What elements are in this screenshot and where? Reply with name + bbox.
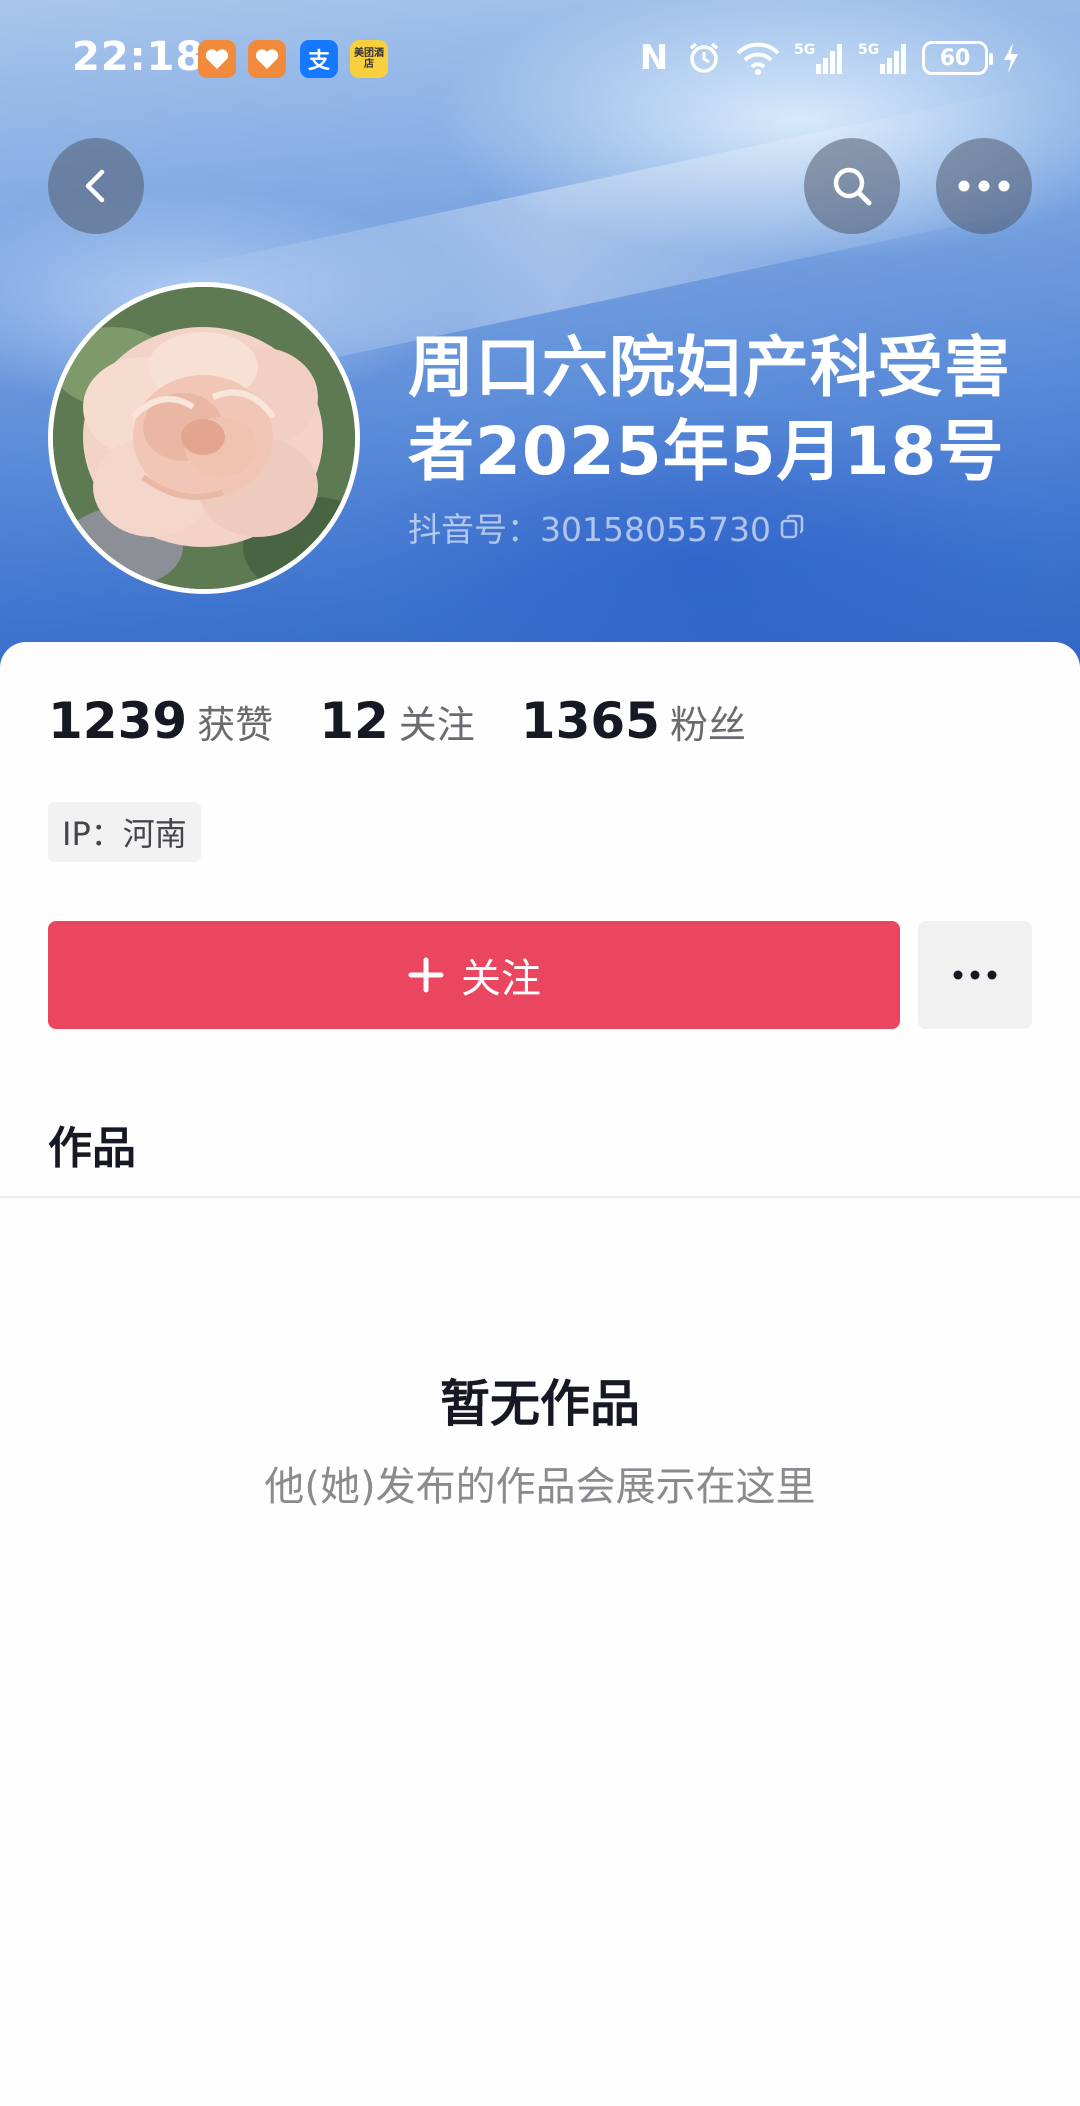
avatar[interactable] xyxy=(48,282,360,594)
charging-icon xyxy=(1002,43,1020,73)
status-bar: 22:18 支 美团酒店 N 5G 5G 60 xyxy=(0,0,1080,120)
svg-text:5G: 5G xyxy=(794,42,815,58)
signal-5g-icon: 5G xyxy=(858,40,908,76)
search-button[interactable] xyxy=(804,138,900,234)
stat-followers[interactable]: 1365 粉丝 xyxy=(521,692,746,750)
tab-works[interactable]: 作品 xyxy=(48,1112,136,1176)
rose-image xyxy=(53,287,355,589)
stat-value: 1365 xyxy=(520,692,660,750)
stat-label: 获赞 xyxy=(197,703,274,747)
more-options-button[interactable] xyxy=(936,138,1032,234)
stat-following[interactable]: 12 关注 xyxy=(319,692,475,750)
empty-state-description: 他(她)发布的作品会展示在这里 xyxy=(264,1464,816,1510)
status-time: 22:18 xyxy=(72,34,205,80)
stat-value: 1239 xyxy=(48,692,188,750)
profile-card: 1239 获赞 12 关注 1365 粉丝 IP：河南 关注 作品 暂无作品 他… xyxy=(0,642,1080,2106)
more-dots-icon xyxy=(958,180,1010,192)
search-icon xyxy=(833,167,872,206)
nfc-icon: N xyxy=(639,38,669,78)
alipay-icon: 支 xyxy=(300,40,338,78)
wifi-icon xyxy=(736,41,780,75)
tab-divider xyxy=(0,1196,1080,1198)
stat-likes[interactable]: 1239 获赞 xyxy=(48,692,273,750)
douyin-heart-icon xyxy=(248,40,286,78)
stat-label: 粉丝 xyxy=(669,703,746,747)
follow-button-label: 关注 xyxy=(461,956,541,1002)
back-arrow-icon xyxy=(85,169,105,203)
stats-row: 1239 获赞 12 关注 1365 粉丝 xyxy=(48,692,792,750)
stat-value: 12 xyxy=(319,692,389,750)
empty-state-title: 暂无作品 xyxy=(440,1375,640,1433)
meituan-hotel-icon: 美团酒店 xyxy=(350,40,388,78)
copy-icon[interactable] xyxy=(779,514,805,540)
plus-icon xyxy=(408,957,444,993)
signal-5g-icon: 5G xyxy=(794,40,844,76)
alarm-icon xyxy=(686,40,722,76)
follow-button[interactable]: 关注 xyxy=(48,921,900,1029)
douyin-id-row[interactable]: 抖音号：30158055730 xyxy=(408,503,805,551)
ip-location-tag: IP：河南 xyxy=(48,802,201,862)
more-actions-button[interactable] xyxy=(918,921,1032,1029)
battery-indicator: 60 xyxy=(922,41,993,75)
more-dots-icon xyxy=(953,970,997,980)
profile-screen: 22:18 支 美团酒店 N 5G 5G 60 周口六院妇产科受害者2025年5… xyxy=(0,0,1080,2106)
svg-text:5G: 5G xyxy=(858,42,879,58)
profile-name: 周口六院妇产科受害者2025年5月18号 xyxy=(408,329,1011,490)
system-icons: N 5G 5G 60 xyxy=(636,38,1020,78)
douyin-id-text: 抖音号：30158055730 xyxy=(408,510,771,549)
stat-label: 关注 xyxy=(398,703,475,747)
douyin-heart-icon xyxy=(198,40,236,78)
back-button[interactable] xyxy=(48,138,144,234)
